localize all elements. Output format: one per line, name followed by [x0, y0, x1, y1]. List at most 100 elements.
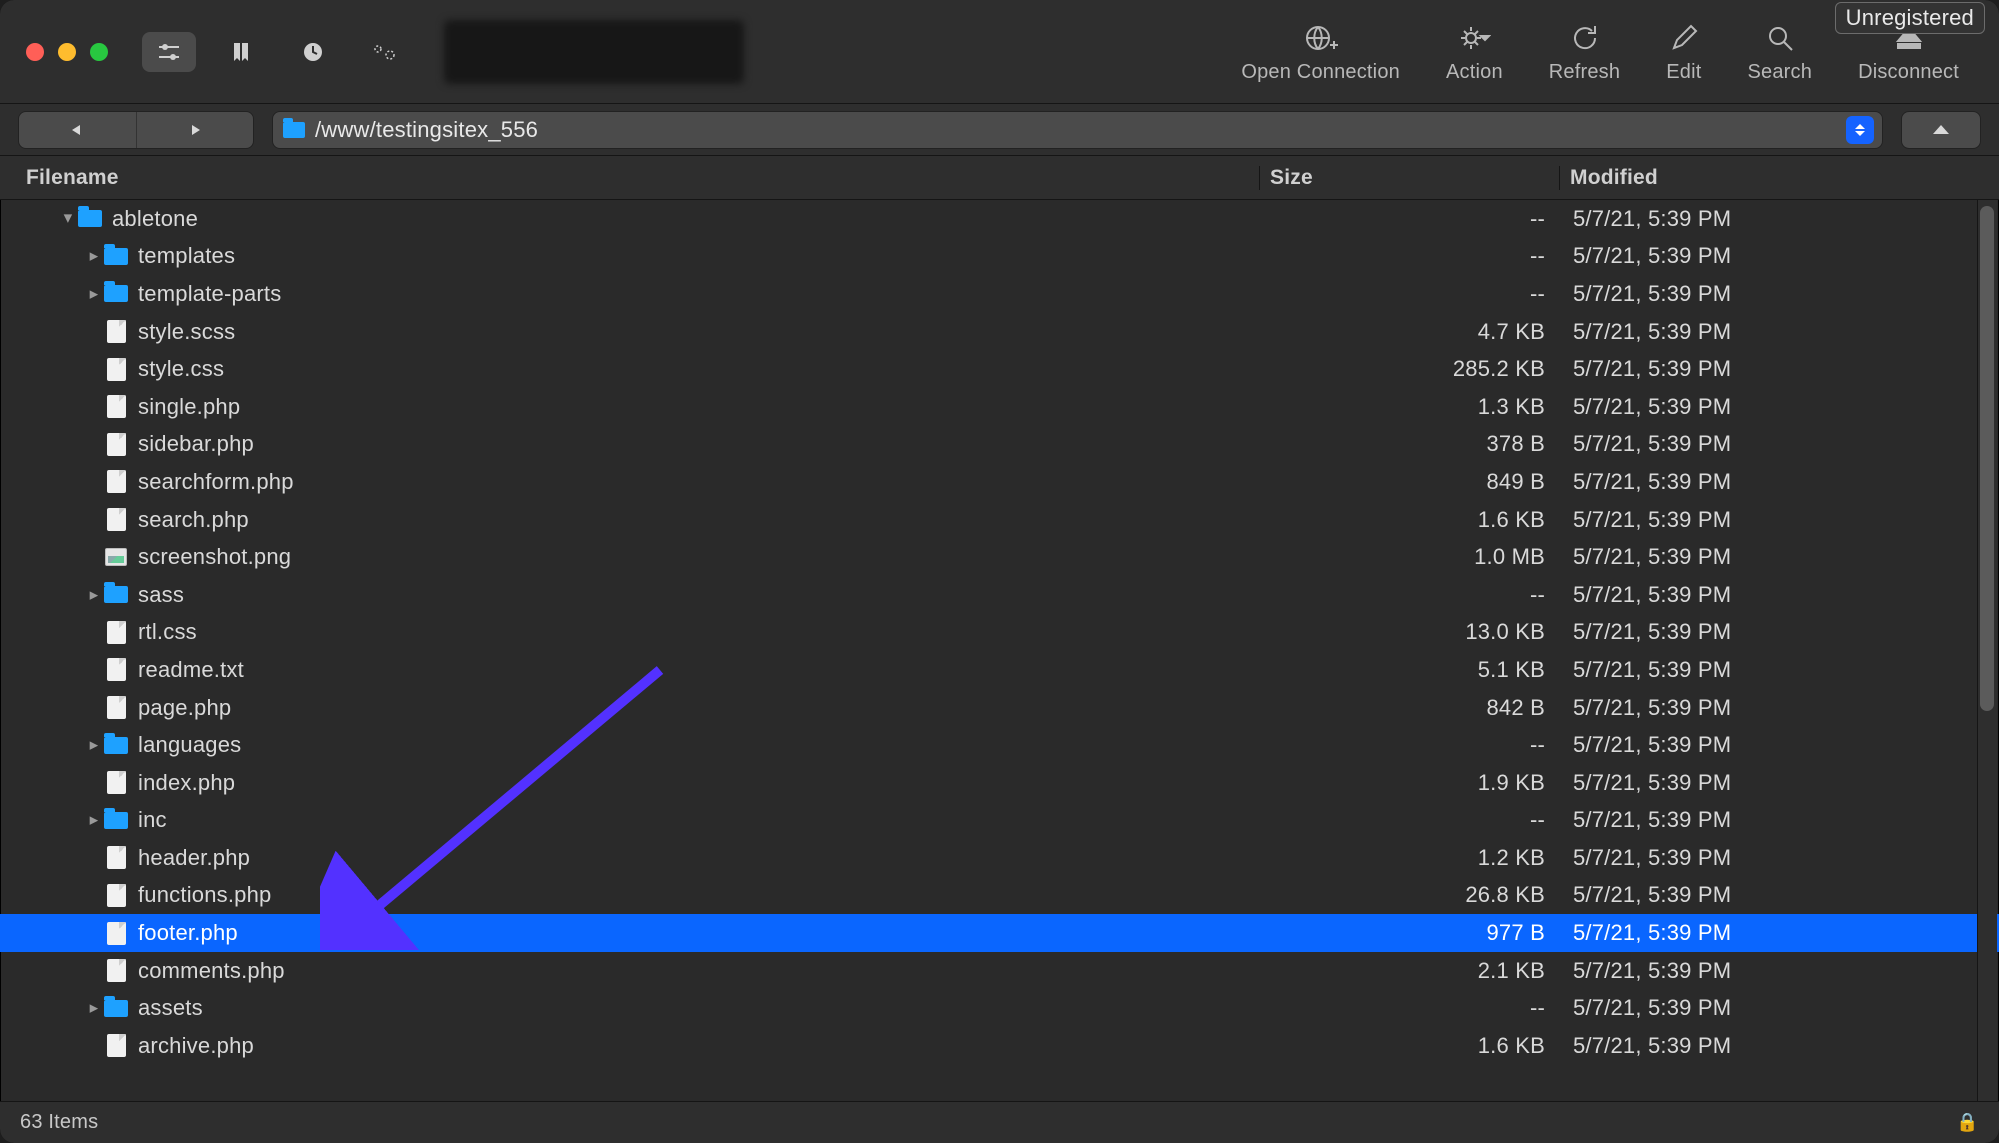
column-header: Filename Size Modified: [0, 156, 1999, 200]
column-modified[interactable]: Modified: [1559, 166, 1999, 190]
app-window: Unregistered: [0, 0, 1999, 1143]
file-row[interactable]: style.scss4.7 KB5/7/21, 5:39 PM: [0, 313, 1999, 351]
file-modified-label: 5/7/21, 5:39 PM: [1559, 507, 1999, 533]
toolbar-left-group: [142, 32, 412, 72]
file-row[interactable]: ▸languages--5/7/21, 5:39 PM: [0, 726, 1999, 764]
file-row[interactable]: functions.php26.8 KB5/7/21, 5:39 PM: [0, 877, 1999, 915]
file-size-label: 5.1 KB: [1259, 657, 1559, 683]
file-row[interactable]: ▸assets--5/7/21, 5:39 PM: [0, 989, 1999, 1027]
disclosure-triangle[interactable]: ▸: [86, 735, 102, 755]
folder-icon: [104, 737, 128, 754]
minimize-window-button[interactable]: [58, 43, 76, 61]
path-field[interactable]: /www/testingsitex_556: [272, 111, 1883, 149]
file-modified-label: 5/7/21, 5:39 PM: [1559, 1033, 1999, 1059]
file-name-label: single.php: [138, 394, 240, 420]
file-row[interactable]: single.php1.3 KB5/7/21, 5:39 PM: [0, 388, 1999, 426]
nav-back-button[interactable]: [19, 112, 136, 148]
unregistered-badge: Unregistered: [1835, 2, 1985, 34]
bookmarks-button[interactable]: [214, 32, 268, 72]
zoom-window-button[interactable]: [90, 43, 108, 61]
scrollbar-thumb[interactable]: [1980, 206, 1994, 711]
open-connection-label: Open Connection: [1241, 61, 1400, 84]
disclosure-triangle[interactable]: ▸: [86, 284, 102, 304]
file-row[interactable]: ▸inc--5/7/21, 5:39 PM: [0, 802, 1999, 840]
file-row[interactable]: ▾abletone--5/7/21, 5:39 PM: [0, 200, 1999, 238]
nav-forward-button[interactable]: [137, 112, 254, 148]
folder-icon: [104, 812, 128, 829]
disclosure-triangle[interactable]: ▸: [86, 998, 102, 1018]
file-row[interactable]: ▸sass--5/7/21, 5:39 PM: [0, 576, 1999, 614]
file-size-label: 285.2 KB: [1259, 356, 1559, 382]
file-row[interactable]: comments.php2.1 KB5/7/21, 5:39 PM: [0, 952, 1999, 990]
file-row[interactable]: searchform.php 849 B5/7/21, 5:39 PM: [0, 463, 1999, 501]
lock-icon: 🔒: [1956, 1112, 1979, 1133]
file-row[interactable]: page.php842 B5/7/21, 5:39 PM: [0, 689, 1999, 727]
disclosure-triangle[interactable]: ▸: [86, 246, 102, 266]
go-up-button[interactable]: [1901, 111, 1981, 149]
folder-icon: [104, 586, 128, 603]
file-icon: [107, 658, 126, 681]
file-modified-label: 5/7/21, 5:39 PM: [1559, 281, 1999, 307]
bonjour-button[interactable]: [358, 32, 412, 72]
file-row[interactable]: archive.php1.6 KB5/7/21, 5:39 PM: [0, 1027, 1999, 1065]
refresh-button[interactable]: Refresh: [1549, 19, 1620, 84]
file-name-label: sidebar.php: [138, 431, 254, 457]
column-size[interactable]: Size: [1259, 166, 1559, 190]
file-size-label: --: [1259, 582, 1559, 608]
file-row[interactable]: search.php1.6 KB5/7/21, 5:39 PM: [0, 501, 1999, 539]
file-name-label: screenshot.png: [138, 544, 291, 570]
file-row[interactable]: ▸template-parts--5/7/21, 5:39 PM: [0, 275, 1999, 313]
file-icon: [107, 771, 126, 794]
file-name-label: templates: [138, 243, 235, 269]
scrollbar-track[interactable]: [1977, 200, 1997, 1101]
file-row[interactable]: rtl.css13.0 KB5/7/21, 5:39 PM: [0, 614, 1999, 652]
file-modified-label: 5/7/21, 5:39 PM: [1559, 695, 1999, 721]
file-row[interactable]: screenshot.png1.0 MB5/7/21, 5:39 PM: [0, 538, 1999, 576]
file-size-label: 4.7 KB: [1259, 319, 1559, 345]
file-row[interactable]: style.css285.2 KB5/7/21, 5:39 PM: [0, 350, 1999, 388]
file-size-label: 1.0 MB: [1259, 544, 1559, 570]
file-list[interactable]: ▾abletone--5/7/21, 5:39 PM▸templates--5/…: [0, 200, 1999, 1101]
search-button[interactable]: Search: [1747, 19, 1812, 84]
disclosure-triangle[interactable]: ▸: [86, 810, 102, 830]
file-icon: [107, 470, 126, 493]
file-row[interactable]: index.php1.9 KB5/7/21, 5:39 PM: [0, 764, 1999, 802]
file-name-label: rtl.css: [138, 619, 197, 645]
pencil-icon: [1669, 23, 1699, 53]
file-row[interactable]: footer.php977 B5/7/21, 5:39 PM: [0, 914, 1999, 952]
disclosure-triangle[interactable]: ▸: [86, 585, 102, 605]
file-size-label: 13.0 KB: [1259, 619, 1559, 645]
status-item-count: 63 Items: [20, 1111, 98, 1134]
image-icon: [105, 548, 127, 566]
file-row[interactable]: header.php1.2 KB5/7/21, 5:39 PM: [0, 839, 1999, 877]
folder-icon: [78, 210, 102, 227]
triangle-left-icon: [70, 123, 84, 137]
toggle-sidebar-button[interactable]: [142, 32, 196, 72]
file-name-label: searchform.php: [138, 469, 294, 495]
file-size-label: 849 B: [1259, 469, 1559, 495]
file-size-label: --: [1259, 243, 1559, 269]
file-name-label: footer.php: [138, 920, 238, 946]
file-name-label: languages: [138, 732, 241, 758]
file-row[interactable]: readme.txt5.1 KB5/7/21, 5:39 PM: [0, 651, 1999, 689]
history-button[interactable]: [286, 32, 340, 72]
column-filename[interactable]: Filename: [0, 166, 1259, 190]
action-button[interactable]: Action: [1446, 19, 1503, 84]
file-modified-label: 5/7/21, 5:39 PM: [1559, 394, 1999, 420]
edit-button[interactable]: Edit: [1666, 19, 1701, 84]
path-text: /www/testingsitex_556: [315, 117, 1836, 143]
file-name-label: functions.php: [138, 882, 271, 908]
search-label: Search: [1747, 61, 1812, 84]
file-name-label: abletone: [112, 206, 198, 232]
file-name-label: page.php: [138, 695, 231, 721]
file-modified-label: 5/7/21, 5:39 PM: [1559, 920, 1999, 946]
open-connection-button[interactable]: Open Connection: [1241, 19, 1400, 84]
file-name-label: search.php: [138, 507, 249, 533]
path-stepper[interactable]: [1846, 116, 1874, 144]
file-modified-label: 5/7/21, 5:39 PM: [1559, 469, 1999, 495]
file-row[interactable]: ▸templates--5/7/21, 5:39 PM: [0, 238, 1999, 276]
status-bar: 63 Items 🔒: [0, 1101, 1999, 1143]
close-window-button[interactable]: [26, 43, 44, 61]
disclosure-triangle[interactable]: ▾: [60, 208, 76, 228]
file-row[interactable]: sidebar.php378 B5/7/21, 5:39 PM: [0, 426, 1999, 464]
